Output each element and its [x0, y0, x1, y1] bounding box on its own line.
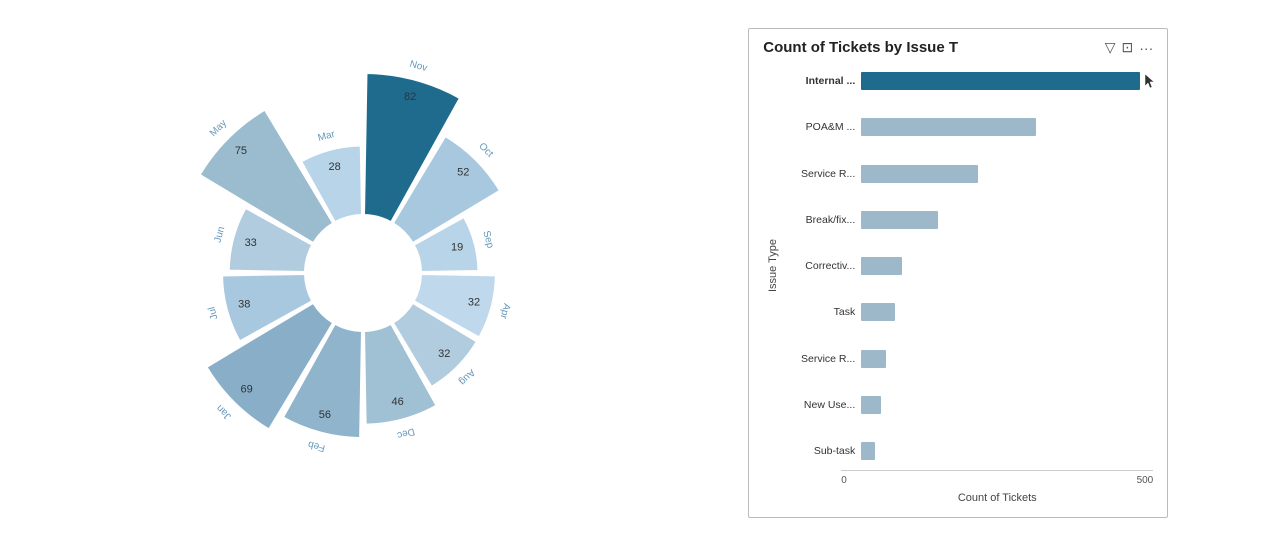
svg-text:33: 33	[244, 237, 256, 249]
svg-text:46: 46	[391, 396, 403, 408]
bar-label: Task	[783, 306, 855, 318]
bar-label: Internal ...	[783, 75, 855, 87]
bar-chart-inner: Internal ... POA&M ... Service R... Break/f…	[783, 66, 1153, 466]
bar-row: POA&M ...	[783, 112, 1153, 142]
svg-text:Feb: Feb	[306, 438, 326, 453]
svg-text:Mar: Mar	[316, 129, 336, 144]
bar-label: Service R...	[783, 168, 855, 180]
svg-text:32: 32	[438, 348, 450, 360]
bar-chart-panel: Count of Tickets by Issue T ▽ ⊡ ··· Issu…	[748, 28, 1168, 518]
svg-text:Jan: Jan	[214, 402, 233, 421]
x-axis-area: 0 500 Count of Tickets	[841, 470, 1153, 504]
x-tick: 0	[841, 475, 847, 486]
svg-text:Apr: Apr	[497, 302, 512, 321]
bar-row: Service R...	[783, 159, 1153, 189]
bar-row: New Use...	[783, 390, 1153, 420]
bar-label: Correctiv...	[783, 260, 855, 272]
bar-track	[861, 350, 1153, 368]
svg-text:Jul: Jul	[206, 305, 220, 320]
bar-track	[861, 442, 1153, 460]
svg-text:Jun: Jun	[212, 225, 227, 243]
bar-row: Correctiv...	[783, 251, 1153, 281]
bar-track	[861, 396, 1153, 414]
svg-text:75: 75	[235, 145, 247, 157]
svg-text:May: May	[208, 118, 229, 139]
svg-text:Sep: Sep	[480, 230, 495, 250]
bar-track	[861, 72, 1153, 90]
svg-text:38: 38	[238, 299, 250, 311]
svg-text:82: 82	[404, 91, 416, 103]
bar-row: Service R...	[783, 344, 1153, 374]
x-axis-ticks: 0 500	[841, 470, 1153, 486]
bar-track	[861, 303, 1153, 321]
radial-chart: 82 Nov 52 Oct 19 Sep 32 Apr 32 Aug 46 Dec 56 Feb 69 Jan…	[103, 23, 623, 523]
svg-text:Nov: Nov	[408, 59, 428, 74]
y-axis-label: Issue Type	[763, 66, 783, 466]
bar-row: Sub-task	[783, 436, 1153, 466]
bar-label: Break/fix...	[783, 214, 855, 226]
bar-fill	[861, 165, 978, 183]
bar-fill	[861, 211, 937, 229]
bar-track	[861, 211, 1153, 229]
svg-text:52: 52	[457, 167, 469, 179]
filter-icon[interactable]: ▽	[1105, 39, 1116, 56]
svg-text:28: 28	[328, 161, 340, 173]
svg-text:Aug: Aug	[456, 367, 476, 387]
bar-fill	[861, 72, 1140, 90]
svg-text:69: 69	[240, 383, 252, 395]
bar-label: Sub-task	[783, 445, 855, 457]
panel-icons: ▽ ⊡ ···	[1105, 39, 1154, 56]
bar-chart-body: Issue Type Internal ... POA&M ... Service …	[763, 66, 1153, 466]
svg-text:Dec: Dec	[396, 425, 416, 440]
panel-title: Count of Tickets by Issue T	[763, 39, 1098, 56]
bar-row: Task	[783, 297, 1153, 327]
bar-label: Service R...	[783, 353, 855, 365]
bar-fill	[861, 257, 901, 275]
bar-track	[861, 118, 1153, 136]
svg-text:19: 19	[451, 242, 463, 254]
svg-text:Oct: Oct	[476, 141, 495, 160]
bar-fill	[861, 350, 886, 368]
x-axis-label: Count of Tickets	[841, 492, 1153, 504]
bar-row: Break/fix...	[783, 205, 1153, 235]
more-icon[interactable]: ···	[1139, 40, 1153, 56]
bar-fill	[861, 118, 1036, 136]
bar-fill	[861, 396, 881, 414]
expand-icon[interactable]: ⊡	[1122, 39, 1134, 56]
bar-track	[861, 257, 1153, 275]
svg-text:56: 56	[319, 409, 331, 421]
bar-track	[861, 165, 1153, 183]
bar-row: Internal ...	[783, 66, 1153, 96]
cursor-icon	[1143, 72, 1155, 90]
bar-fill	[861, 442, 874, 460]
radial-svg: 82 Nov 52 Oct 19 Sep 32 Apr 32 Aug 46 Dec 56 Feb 69 Jan…	[103, 23, 623, 523]
bar-label: POA&M ...	[783, 121, 855, 133]
panel-header: Count of Tickets by Issue T ▽ ⊡ ···	[763, 39, 1153, 56]
x-tick: 500	[1137, 475, 1154, 486]
svg-text:32: 32	[468, 297, 480, 309]
bar-label: New Use...	[783, 399, 855, 411]
bar-fill	[861, 303, 895, 321]
